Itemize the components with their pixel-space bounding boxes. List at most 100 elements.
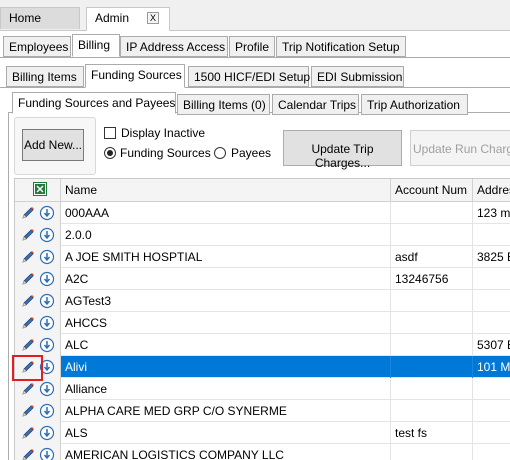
add-new-button[interactable]: Add New... — [22, 129, 84, 161]
edit-pencil-icon[interactable] — [20, 337, 36, 353]
update-run-label: Update Run Charg — [413, 142, 510, 156]
cell-account-num[interactable] — [391, 378, 473, 400]
cell-address[interactable] — [473, 422, 510, 444]
details-arrow-icon[interactable] — [39, 337, 55, 353]
tab-billing-items-count[interactable]: Billing Items (0) — [177, 94, 270, 115]
cell-account-num[interactable] — [391, 400, 473, 422]
cell-name[interactable]: AMERICAN LOGISTICS COMPANY LLC — [61, 444, 391, 460]
table-row[interactable]: A JOE SMITH HOSPTIALasdf3825 E — [15, 246, 510, 268]
edit-pencil-icon[interactable] — [20, 403, 36, 419]
edit-pencil-icon[interactable] — [20, 425, 36, 441]
cell-name[interactable]: A2C — [61, 268, 391, 290]
table-row[interactable]: ALS test fs — [15, 422, 510, 444]
cell-account-num[interactable] — [391, 312, 473, 334]
cell-account-num[interactable] — [391, 356, 473, 378]
tab-trip-authorization[interactable]: Trip Authorization — [361, 94, 468, 115]
tab-employees[interactable]: Employees — [3, 36, 71, 57]
edit-pencil-icon[interactable] — [20, 447, 36, 460]
table-row[interactable]: Alivi 101 Ma — [15, 356, 510, 378]
tab-ip-address-access[interactable]: IP Address Access — [120, 36, 228, 57]
tab-home[interactable]: Home — [0, 7, 80, 29]
cell-name[interactable]: ALPHA CARE MED GRP C/O SYNERME — [61, 400, 391, 422]
tab-1500-hicf-edi-setup[interactable]: 1500 HICF/EDI Setup — [188, 66, 310, 87]
cell-account-num[interactable]: test fs — [391, 422, 473, 444]
cell-account-num[interactable]: asdf — [391, 246, 473, 268]
tab-calendar-trips-label: Calendar Trips — [278, 98, 357, 112]
display-inactive-checkbox[interactable] — [104, 127, 116, 139]
cell-address[interactable]: 101 Ma — [473, 356, 510, 378]
tab-billing-items-count-label: Billing Items (0) — [183, 98, 266, 112]
cell-address[interactable] — [473, 312, 510, 334]
cell-address[interactable] — [473, 444, 510, 460]
cell-account-num[interactable] — [391, 290, 473, 312]
edit-pencil-icon[interactable] — [20, 249, 36, 265]
cell-account-num[interactable] — [391, 444, 473, 460]
cell-name[interactable]: AHCCS — [61, 312, 391, 334]
details-arrow-icon[interactable] — [39, 293, 55, 309]
details-arrow-icon[interactable] — [39, 447, 55, 460]
funding-sources-radio[interactable] — [104, 147, 116, 159]
table-row[interactable]: AGTest3 — [15, 290, 510, 312]
tab-funding-sources-and-payees[interactable]: Funding Sources and Payees — [12, 92, 176, 114]
cell-address[interactable]: 5307 E — [473, 334, 510, 356]
cell-name[interactable]: Alivi — [61, 356, 391, 378]
tab-edi-submission[interactable]: EDI Submission — [311, 66, 404, 87]
cell-address[interactable] — [473, 224, 510, 246]
cell-name[interactable]: A JOE SMITH HOSPTIAL — [61, 246, 391, 268]
edit-pencil-icon[interactable] — [20, 271, 36, 287]
close-icon[interactable]: X — [147, 12, 159, 24]
details-arrow-icon[interactable] — [39, 205, 55, 221]
tab-billing[interactable]: Billing — [72, 34, 120, 57]
cell-account-num[interactable] — [391, 202, 473, 224]
tab-admin[interactable]: Admin X — [86, 7, 170, 31]
cell-address[interactable] — [473, 268, 510, 290]
cell-name[interactable]: 2.0.0 — [61, 224, 391, 246]
cell-account-num[interactable] — [391, 224, 473, 246]
cell-address[interactable]: 123 ma — [473, 202, 510, 224]
column-header-name[interactable]: Name — [61, 179, 391, 201]
table-row[interactable]: ALC 5307 E — [15, 334, 510, 356]
cell-name[interactable]: ALC — [61, 334, 391, 356]
cell-account-num[interactable]: 13246756 — [391, 268, 473, 290]
cell-name[interactable]: AGTest3 — [61, 290, 391, 312]
cell-name[interactable]: 000AAA — [61, 202, 391, 224]
update-trip-charges-button[interactable]: Update Trip Charges... — [283, 130, 402, 170]
details-arrow-icon[interactable] — [39, 403, 55, 419]
table-row[interactable]: 2.0.0 — [15, 224, 510, 246]
details-arrow-icon[interactable] — [39, 271, 55, 287]
tab-billing-items[interactable]: Billing Items — [6, 66, 84, 87]
cell-address[interactable] — [473, 400, 510, 422]
table-row[interactable]: ALPHA CARE MED GRP C/O SYNERME — [15, 400, 510, 422]
edit-pencil-icon[interactable] — [20, 293, 36, 309]
table-row[interactable]: AHCCS — [15, 312, 510, 334]
details-arrow-icon[interactable] — [39, 249, 55, 265]
edit-pencil-icon[interactable] — [20, 205, 36, 221]
export-excel-cell[interactable] — [15, 179, 61, 201]
table-row[interactable]: 000AAA 123 ma — [15, 202, 510, 224]
tab-funding-sources[interactable]: Funding Sources — [85, 64, 185, 88]
tab-profile[interactable]: Profile — [229, 36, 275, 57]
update-run-charges-button[interactable]: Update Run Charg — [410, 130, 510, 166]
cell-address[interactable] — [473, 290, 510, 312]
edit-pencil-icon[interactable] — [20, 381, 36, 397]
details-arrow-icon[interactable] — [39, 227, 55, 243]
tab-trip-notification-setup[interactable]: Trip Notification Setup — [276, 36, 406, 57]
details-arrow-icon[interactable] — [39, 425, 55, 441]
details-arrow-icon[interactable] — [39, 381, 55, 397]
details-arrow-icon[interactable] — [39, 315, 55, 331]
cell-name[interactable]: Alliance — [61, 378, 391, 400]
tab-calendar-trips[interactable]: Calendar Trips — [272, 94, 359, 115]
excel-icon[interactable] — [33, 182, 47, 196]
edit-pencil-icon[interactable] — [20, 227, 36, 243]
table-row[interactable]: Alliance — [15, 378, 510, 400]
table-row[interactable]: A2C 13246756 — [15, 268, 510, 290]
cell-address[interactable]: 3825 E — [473, 246, 510, 268]
cell-account-num[interactable] — [391, 334, 473, 356]
payees-radio[interactable] — [214, 147, 226, 159]
column-header-address[interactable]: Addres — [473, 179, 510, 201]
edit-pencil-icon[interactable] — [20, 315, 36, 331]
cell-name[interactable]: ALS — [61, 422, 391, 444]
column-header-account-num[interactable]: Account Num — [391, 179, 473, 201]
table-row[interactable]: AMERICAN LOGISTICS COMPANY LLC — [15, 444, 510, 460]
cell-address[interactable] — [473, 378, 510, 400]
